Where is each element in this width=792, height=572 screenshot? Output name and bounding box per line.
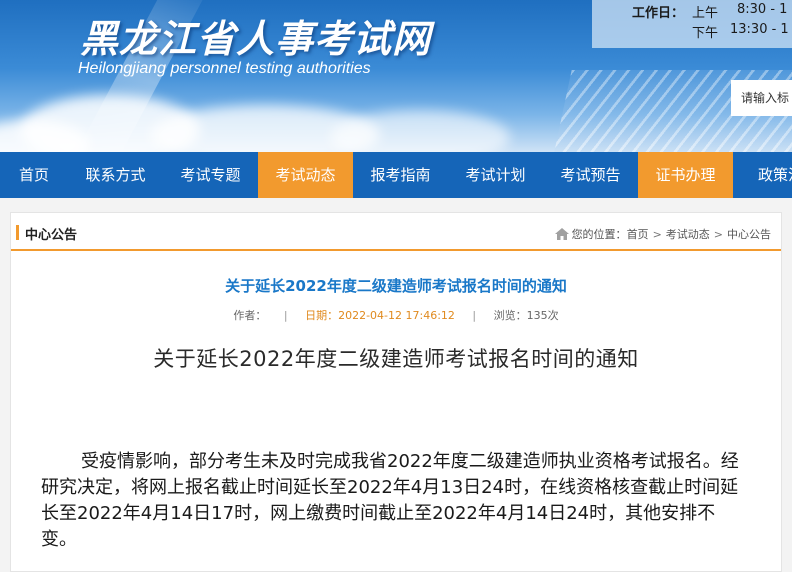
home-icon — [554, 228, 569, 240]
breadcrumb-item-home[interactable]: 首页 — [627, 226, 649, 242]
nav-item-home[interactable]: 首页 — [0, 152, 68, 198]
breadcrumb-item-announcements[interactable]: 中心公告 — [727, 226, 771, 242]
section-marker — [16, 225, 19, 240]
article-meta: 作者： | 日期：2022-04-12 17:46:12 | 浏览：135次 — [11, 307, 781, 323]
nav-item-exam-plan[interactable]: 考试计划 — [448, 152, 543, 198]
worktime-pm-time: 13:30 - 1 — [730, 22, 789, 37]
header-banner: 黑龙江省人事考试网 Heilongjiang personnel testing… — [0, 0, 792, 152]
worktime-label: 工作日： — [632, 6, 685, 21]
section-header: 中心公告 您的位置： 首页 > 考试动态 > 中心公告 — [11, 213, 781, 251]
article-views: 浏览：135次 — [493, 309, 559, 322]
main-nav: 首页 联系方式 考试专题 考试动态 报考指南 考试计划 考试预告 证书办理 政策… — [0, 152, 792, 198]
nav-item-exam-news[interactable]: 考试动态 — [258, 152, 353, 198]
nav-item-contact[interactable]: 联系方式 — [68, 152, 163, 198]
article-author: 作者： — [233, 309, 267, 322]
breadcrumb-prefix: 您的位置： — [571, 228, 627, 241]
meta-divider: | — [283, 309, 288, 322]
nav-item-exam-topics[interactable]: 考试专题 — [163, 152, 258, 198]
section-title: 中心公告 — [25, 228, 78, 243]
breadcrumb-item-exam-news[interactable]: 考试动态 — [666, 226, 710, 242]
nav-item-policy[interactable]: 政策法 — [733, 152, 792, 198]
breadcrumb-separator: > — [652, 227, 662, 241]
search-input[interactable] — [731, 80, 792, 116]
article-date: 日期：2022-04-12 17:46:12 — [305, 309, 455, 322]
article-title: 关于延长2022年度二级建造师考试报名时间的通知 — [225, 277, 567, 295]
document-heading: 关于延长2022年度二级建造师考试报名时间的通知 — [153, 347, 639, 371]
site-subtitle: Heilongjiang personnel testing authoriti… — [78, 60, 371, 77]
document-body: 受疫情影响，部分考生未及时完成我省2022年度二级建造师执业资格考试报名。经研究… — [41, 451, 739, 550]
nav-item-certificate[interactable]: 证书办理 — [638, 152, 733, 198]
breadcrumb-separator: > — [713, 227, 723, 241]
worktime-pm-label: 下午 — [692, 26, 719, 41]
breadcrumb: 您的位置： 首页 > 考试动态 > 中心公告 — [554, 226, 771, 242]
worktime-am-label: 上午 — [692, 6, 719, 21]
meta-divider: | — [472, 309, 477, 322]
nav-item-exam-preview[interactable]: 考试预告 — [543, 152, 638, 198]
nav-item-registration-guide[interactable]: 报考指南 — [353, 152, 448, 198]
worktime-am-time: 8:30 - 1 — [737, 2, 788, 17]
site-title: 黑龙江省人事考试网 — [80, 17, 432, 61]
content-panel: 中心公告 您的位置： 首页 > 考试动态 > 中心公告 关于延长2022年度二级… — [10, 212, 782, 572]
worktime-box: 工作日： 上午 8:30 - 1 下午 13:30 - 1 — [592, 0, 792, 48]
